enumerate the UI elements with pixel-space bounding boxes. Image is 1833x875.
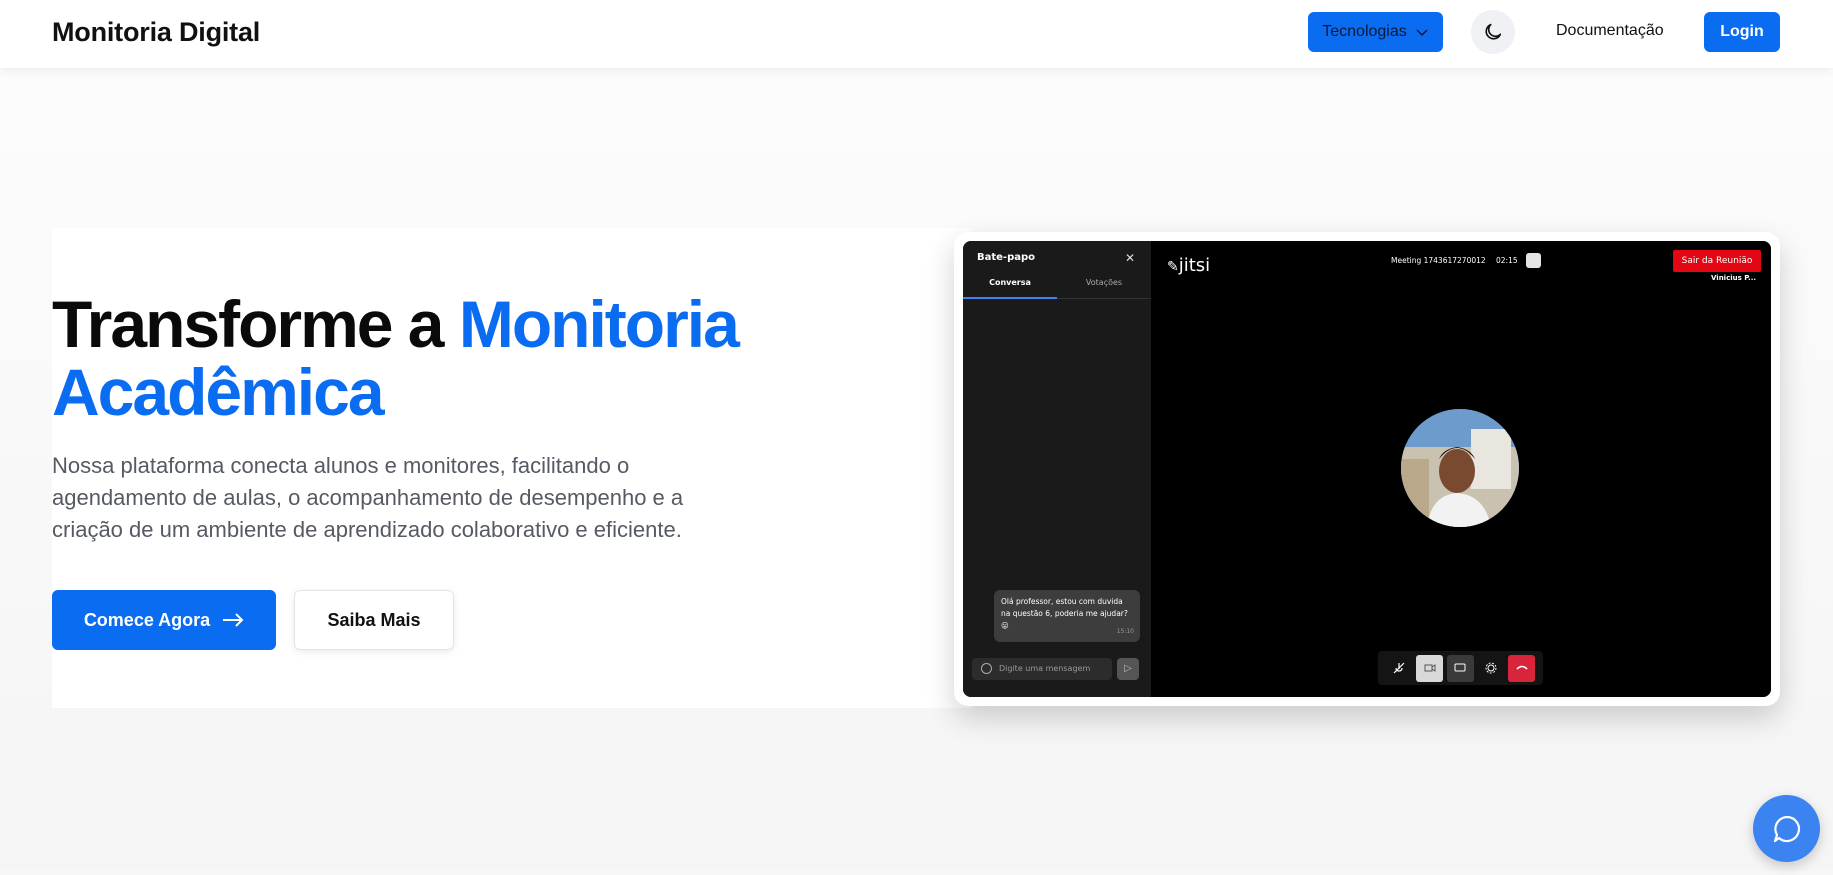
leave-meeting-button: Sair da Reunião <box>1673 250 1761 272</box>
avatar-photo <box>1401 409 1519 527</box>
learn-more-button[interactable]: Saiba Mais <box>294 590 454 650</box>
arrow-right-icon <box>223 613 244 627</box>
theme-toggle-button[interactable] <box>1471 10 1515 54</box>
meeting-timer: 02:15 <box>1496 256 1518 265</box>
technologies-dropdown[interactable]: Tecnologias <box>1308 12 1443 52</box>
send-icon: ▷ <box>1117 658 1139 680</box>
login-button[interactable]: Login <box>1704 12 1780 52</box>
close-icon: ✕ <box>1125 251 1136 265</box>
participant-name: Vinicius P... <box>1711 274 1757 282</box>
settings-gear-icon <box>1478 655 1505 682</box>
emoji-icon <box>981 663 992 674</box>
navbar: Monitoria Digital Tecnologias Documentaç… <box>0 0 1833 68</box>
hero-description: Nossa plataforma conecta alunos e monito… <box>52 453 684 542</box>
nav-documentation[interactable]: Documentação <box>1556 22 1664 40</box>
hero-title: Transforme a Monitoria Acadêmica <box>52 290 872 426</box>
meeting-preview-frame: Bate-papo ✕ Conversa Votações Olá profes… <box>954 232 1780 706</box>
participant-avatar <box>1401 409 1519 527</box>
technologies-label: Tecnologias <box>1322 23 1407 40</box>
chat-input-placeholder: Digite uma mensagem <box>999 664 1091 673</box>
connection-gauge-icon <box>1526 253 1541 268</box>
chat-title: Bate-papo <box>977 252 1036 263</box>
meeting-toolbar <box>1378 651 1543 685</box>
hangup-icon <box>1508 654 1536 682</box>
tab-conversa: Conversa <box>963 275 1057 299</box>
chat-bubble-icon <box>1773 815 1800 842</box>
camera-icon <box>1416 654 1444 682</box>
jitsi-hand-icon: ✎ <box>1167 259 1179 275</box>
tab-votacoes: Votações <box>1057 275 1151 299</box>
chat-input: Digite uma mensagem <box>972 658 1112 680</box>
brand-logo[interactable]: Monitoria Digital <box>52 17 260 48</box>
hero-title-main: Transforme a <box>52 287 444 361</box>
jitsi-brand: jitsi <box>1178 255 1211 276</box>
chat-message-text: Olá professor, estou com duvida na quest… <box>1001 597 1128 630</box>
get-started-label: Comece Agora <box>83 609 211 630</box>
meeting-id: Meeting 1743617270012 <box>1391 256 1486 265</box>
meeting-screenshot: Bate-papo ✕ Conversa Votações Olá profes… <box>963 241 1771 697</box>
chat-panel: Bate-papo ✕ Conversa Votações Olá profes… <box>963 241 1151 697</box>
chat-message: Olá professor, estou com duvida na quest… <box>994 590 1140 642</box>
jitsi-logo: ✎jitsi <box>1167 255 1210 276</box>
floating-chat-button[interactable] <box>1753 795 1820 862</box>
chat-icon <box>1446 654 1474 682</box>
chevron-down-icon <box>1416 29 1428 37</box>
video-area: ✎jitsi Meeting 1743617270012 02:15 Sair … <box>1151 241 1771 697</box>
chat-message-time: 15:10 <box>1116 628 1134 635</box>
get-started-button[interactable]: Comece Agora <box>52 590 276 650</box>
mic-muted-icon <box>1386 655 1413 682</box>
moon-icon <box>1485 23 1502 40</box>
